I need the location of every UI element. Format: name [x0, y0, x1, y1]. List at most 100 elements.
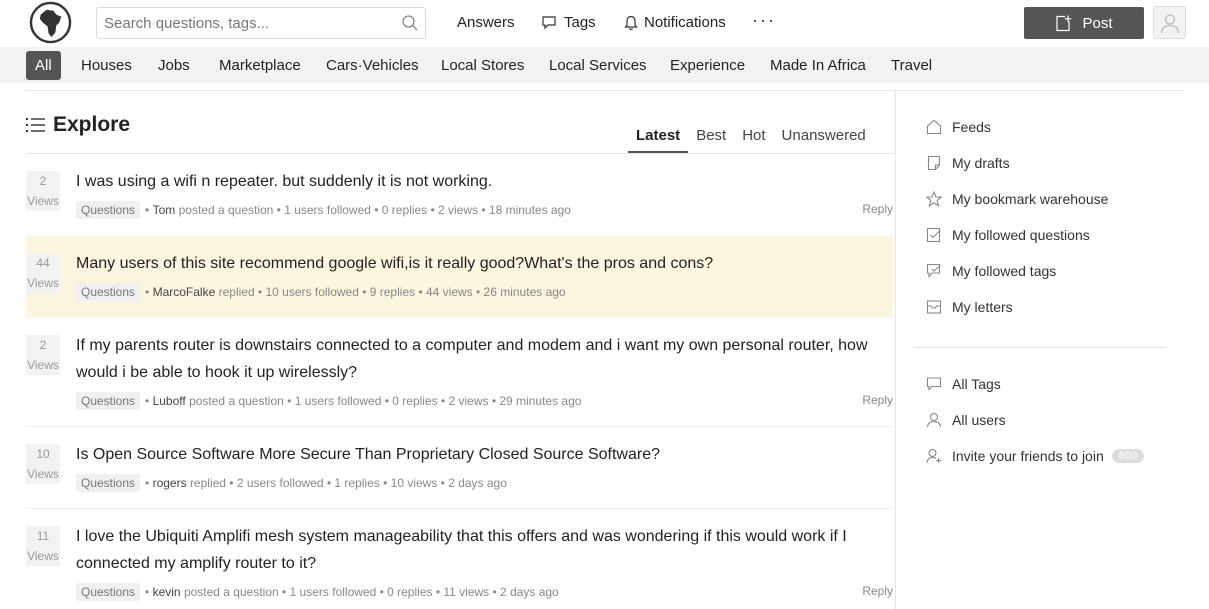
sidebar-divider: [915, 347, 1165, 348]
question-tag[interactable]: Questions: [76, 474, 141, 492]
sidebar-item-letters[interactable]: My letters: [926, 299, 1013, 315]
question-item: 11 Views I love the Ubiquiti Amplifi mes…: [26, 509, 893, 609]
views-count: 2: [39, 338, 47, 352]
user-icon: [926, 412, 942, 428]
question-user[interactable]: MarcoFalke: [153, 285, 216, 299]
question-user[interactable]: rogers: [153, 476, 187, 490]
category-jobs[interactable]: Jobs: [149, 51, 199, 80]
question-stats: replied • 2 users followed • 1 replies •…: [189, 476, 507, 490]
views-count: 10: [36, 447, 50, 461]
views-counter: 2 Views: [26, 171, 60, 211]
search-input[interactable]: [97, 8, 387, 38]
user-plus-icon: [926, 448, 941, 464]
nav-answers-label: Answers: [457, 14, 515, 31]
reply-link[interactable]: Reply: [862, 202, 893, 216]
views-label: Views: [27, 358, 59, 372]
sidebar-item-label: Feeds: [952, 119, 991, 135]
question-user[interactable]: Luboff: [153, 394, 186, 408]
category-marketplace[interactable]: Marketplace: [210, 51, 310, 80]
question-stats: replied • 10 users followed • 9 replies …: [218, 285, 566, 299]
tab-latest[interactable]: Latest: [628, 127, 689, 153]
views-count: 44: [36, 256, 50, 270]
page-title: Explore: [53, 113, 131, 136]
bell-icon: [624, 15, 638, 30]
question-user[interactable]: kevin: [153, 585, 181, 599]
user-avatar[interactable]: [1153, 6, 1186, 39]
question-tag[interactable]: Questions: [76, 583, 141, 601]
nav-tags[interactable]: Tags: [542, 14, 596, 31]
sidebar-item-feeds[interactable]: Feeds: [926, 119, 991, 135]
africa-logo-icon[interactable]: [29, 1, 72, 44]
explore-heading: Explore: [26, 113, 130, 137]
sidebar-item-invite[interactable]: Invite your friends to join 600: [926, 448, 1145, 464]
question-title[interactable]: I was using a wifi n repeater. but sudde…: [76, 168, 873, 195]
category-experience[interactable]: Experience: [661, 51, 754, 80]
question-tag[interactable]: Questions: [76, 392, 141, 410]
question-meta: Questions • Luboff posted a question • 1…: [76, 392, 581, 410]
category-local-stores[interactable]: Local Stores: [432, 51, 533, 80]
sidebar-item-drafts[interactable]: My drafts: [926, 155, 1010, 171]
sort-tabs: Latest Best Hot Unanswered: [628, 127, 874, 153]
sidebar-item-label: My followed tags: [952, 263, 1057, 279]
views-label: Views: [27, 549, 59, 563]
question-meta: Questions • MarcoFalke replied • 10 user…: [76, 283, 566, 301]
question-tag[interactable]: Questions: [76, 201, 141, 219]
question-item: 2 Views If my parents router is downstai…: [26, 318, 893, 426]
category-made-in-africa[interactable]: Made In Africa: [761, 51, 875, 80]
question-stats: posted a question • 1 users followed • 0…: [189, 394, 582, 408]
sidebar-item-label: My drafts: [952, 155, 1010, 171]
views-counter: 2 Views: [26, 335, 60, 375]
views-count: 2: [39, 174, 47, 188]
question-tag[interactable]: Questions: [76, 283, 141, 301]
category-local-services[interactable]: Local Services: [540, 51, 656, 80]
question-title[interactable]: If my parents router is downstairs conne…: [76, 332, 873, 386]
views-counter: 11 Views: [26, 526, 60, 566]
more-menu-icon[interactable]: ···: [752, 10, 776, 31]
home-icon: [926, 119, 942, 135]
category-houses[interactable]: Houses: [72, 51, 141, 80]
views-count: 11: [36, 529, 50, 543]
question-title[interactable]: I love the Ubiquiti Amplifi mesh system …: [76, 523, 873, 577]
sidebar-item-all-tags[interactable]: All Tags: [926, 376, 1001, 392]
reply-link[interactable]: Reply: [862, 393, 893, 407]
search-icon[interactable]: [401, 14, 419, 32]
avatar-user-icon: [1160, 13, 1179, 33]
category-all[interactable]: All: [26, 51, 61, 80]
question-title[interactable]: Many users of this site recommend google…: [76, 250, 873, 277]
star-icon: [926, 191, 942, 207]
tab-unanswered[interactable]: Unanswered: [774, 127, 874, 153]
views-label: Views: [27, 276, 59, 290]
question-user[interactable]: Tom: [153, 203, 176, 217]
views-counter: 10 Views: [26, 444, 60, 484]
sidebar-item-label: My bookmark warehouse: [952, 191, 1109, 207]
category-bar: All Houses Jobs Marketplace Cars·Vehicle…: [0, 47, 1209, 83]
category-cars-vehicles[interactable]: Cars·Vehicles: [317, 51, 428, 80]
sidebar-item-followed-questions[interactable]: My followed questions: [926, 227, 1090, 243]
search-box[interactable]: [96, 7, 426, 39]
tab-hot[interactable]: Hot: [734, 127, 773, 153]
column-divider: [895, 91, 896, 609]
sidebar-item-bookmarks[interactable]: My bookmark warehouse: [926, 191, 1108, 207]
post-button-label: Post: [1082, 14, 1113, 32]
question-item: 10 Views Is Open Source Software More Se…: [26, 427, 893, 509]
sidebar-item-followed-tags[interactable]: My followed tags: [926, 263, 1056, 279]
question-item: 44 Views Many users of this site recomme…: [26, 236, 893, 318]
sidebar-item-all-users[interactable]: All users: [926, 412, 1006, 428]
question-meta: Questions • Tom posted a question • 1 us…: [76, 201, 571, 219]
check-square-icon: [926, 227, 941, 243]
category-travel[interactable]: Travel: [882, 51, 941, 80]
sidebar-item-label: All Tags: [952, 376, 1001, 392]
reply-link[interactable]: Reply: [862, 584, 893, 598]
question-meta: Questions • rogers replied • 2 users fol…: [76, 474, 507, 492]
nav-notifications-label: Notifications: [644, 14, 726, 31]
tag-check-icon: [926, 263, 941, 278]
nav-notifications[interactable]: Notifications: [624, 14, 726, 31]
question-stats: posted a question • 1 users followed • 0…: [183, 585, 559, 599]
post-button[interactable]: Post: [1024, 7, 1144, 39]
nav-answers[interactable]: Answers: [457, 14, 515, 31]
new-post-icon: [1056, 15, 1072, 31]
views-label: Views: [27, 194, 59, 208]
chat-icon: [926, 377, 942, 391]
question-title[interactable]: Is Open Source Software More Secure Than…: [76, 441, 873, 468]
tab-best[interactable]: Best: [688, 127, 734, 153]
